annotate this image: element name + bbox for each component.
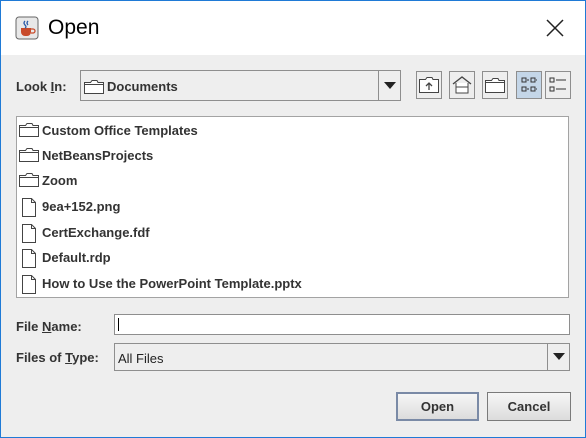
list-item-file[interactable]: How to Use the PowerPoint Template.pptx	[17, 272, 557, 296]
file-icon	[19, 275, 39, 294]
list-item-label: How to Use the PowerPoint Template.pptx	[42, 276, 302, 291]
list-item-label: Custom Office Templates	[42, 123, 198, 138]
up-one-level-button[interactable]	[416, 71, 442, 99]
up-folder-icon	[419, 77, 439, 93]
dialog-title: Open	[48, 16, 100, 39]
list-item-label: NetBeansProjects	[42, 148, 154, 163]
open-button[interactable]: Open	[396, 392, 479, 421]
home-button[interactable]	[449, 71, 475, 99]
new-folder-icon	[485, 78, 505, 93]
list-item-file[interactable]: 9ea+152.png	[17, 195, 557, 219]
file-name-label: File Name:	[16, 319, 82, 334]
files-of-type-dropdown-button[interactable]	[547, 344, 569, 370]
look-in-label: Look In:	[16, 79, 67, 94]
list-item-folder[interactable]: NetBeansProjects	[17, 144, 557, 168]
list-item-file[interactable]: Default.rdp	[17, 246, 557, 270]
list-item-folder[interactable]: Custom Office Templates	[17, 119, 557, 143]
details-view-icon	[549, 77, 566, 92]
folder-icon	[19, 147, 39, 165]
look-in-dropdown-button[interactable]	[378, 71, 400, 100]
list-item-label: Default.rdp	[42, 250, 111, 265]
look-in-combo[interactable]: Documents	[80, 70, 401, 101]
file-name-input[interactable]	[114, 314, 570, 335]
folder-icon	[19, 172, 39, 190]
chevron-down-icon	[552, 353, 565, 360]
cancel-button[interactable]: Cancel	[487, 392, 571, 421]
home-icon	[452, 76, 472, 94]
details-view-button[interactable]	[545, 71, 571, 99]
new-folder-button[interactable]	[482, 71, 508, 99]
text-caret	[118, 318, 119, 331]
list-view-button[interactable]	[516, 71, 542, 99]
open-dialog: Open Look In: Documents Custom Office Te…	[0, 0, 586, 438]
look-in-value: Documents	[107, 79, 178, 94]
file-list[interactable]: Custom Office Templates NetBeansProjects…	[16, 116, 569, 298]
java-cup-icon	[15, 16, 39, 40]
files-of-type-label: Files of Type:	[16, 350, 99, 365]
list-item-file[interactable]: CertExchange.fdf	[17, 221, 557, 245]
list-item-label: Zoom	[42, 173, 78, 188]
files-of-type-value: All Files	[118, 351, 164, 366]
list-item-label: 9ea+152.png	[42, 199, 121, 214]
close-icon	[546, 19, 564, 37]
file-icon	[19, 249, 39, 268]
folder-icon	[19, 122, 39, 140]
list-item-label: CertExchange.fdf	[42, 225, 150, 240]
file-icon	[19, 198, 39, 217]
file-icon	[19, 224, 39, 243]
folder-icon	[84, 80, 104, 99]
files-of-type-combo[interactable]: All Files	[114, 343, 570, 371]
chevron-down-icon	[383, 81, 396, 89]
list-item-folder[interactable]: Zoom	[17, 169, 557, 193]
title-bar: Open	[1, 1, 585, 55]
close-button[interactable]	[533, 7, 577, 49]
list-view-icon	[521, 77, 537, 92]
